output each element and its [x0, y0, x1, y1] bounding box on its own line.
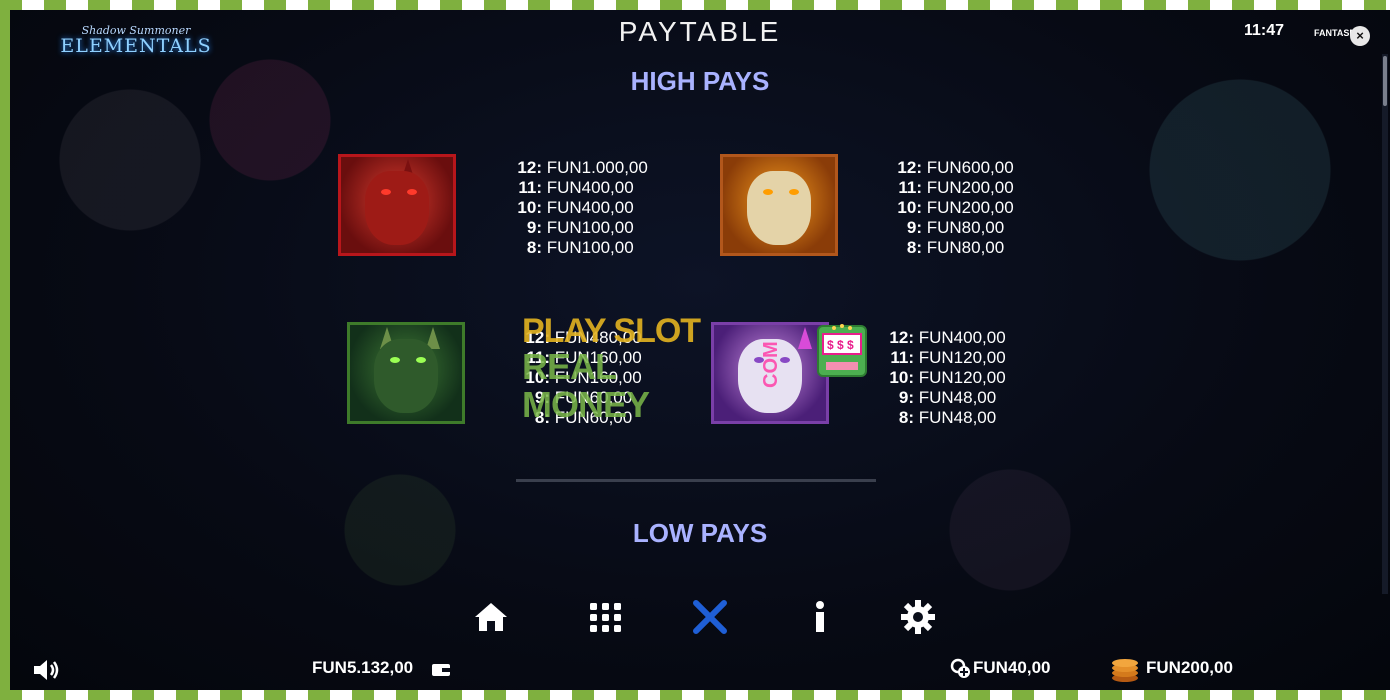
symbol-orange-skull — [720, 154, 838, 256]
pay-row: 11: FUN400,00 — [518, 178, 634, 197]
settings-button[interactable] — [895, 594, 941, 640]
svg-text:$ $ $: $ $ $ — [827, 338, 854, 352]
info-icon — [816, 601, 824, 632]
pay-row: 8: FUN48,00 — [898, 408, 997, 427]
pay-row: 9: FUN60,00 — [534, 388, 633, 407]
creature-face — [365, 171, 429, 245]
pay-row: 10: FUN400,00 — [517, 198, 634, 217]
wallet-icon — [432, 664, 450, 676]
eye — [390, 357, 400, 363]
balance-value: FUN5.132,00 — [312, 658, 414, 677]
page-title: PAYTABLE — [618, 16, 782, 47]
eye — [416, 357, 426, 363]
slot-machine-icon: $ $ $ — [817, 324, 867, 377]
pay-row: 12: FUN400,00 — [889, 328, 1006, 347]
horn-shape — [798, 327, 812, 349]
creature-face — [747, 171, 811, 245]
symbol-green-orc — [347, 322, 465, 424]
eye — [407, 189, 417, 195]
home-icon — [475, 603, 507, 631]
creature-face — [374, 339, 438, 413]
pay-row: 9: FUN100,00 — [526, 218, 634, 237]
speaker-icon[interactable] — [32, 658, 62, 682]
low-pays-heading: LOW PAYS — [632, 518, 768, 548]
grid-icon — [590, 603, 621, 632]
pay-row: 11: FUN120,00 — [890, 348, 1006, 367]
home-button[interactable] — [468, 594, 514, 640]
win-value: FUN200,00 — [1146, 658, 1233, 677]
bet-value: FUN40,00 — [973, 658, 1051, 677]
info-button[interactable] — [797, 594, 843, 640]
watermark-com: COM — [760, 341, 782, 388]
symbol-red-demon — [338, 154, 456, 256]
high-pays-heading: HIGH PAYS — [630, 66, 770, 96]
settings-icon — [901, 600, 935, 634]
paytable-red-demon: 12: FUN1.000,00 11: FUN400,00 10: FUN400… — [502, 158, 648, 258]
pay-row: 8: FUN60,00 — [534, 408, 633, 427]
exit-game-button[interactable]: × — [1350, 26, 1370, 46]
paytable-green-orc: 12: FUN480,00 11: FUN160,00 10: FUN160,0… — [510, 328, 642, 428]
bet-icon[interactable] — [950, 658, 972, 680]
paytable-purple-elf: 12: FUN400,00 11: FUN120,00 10: FUN120,0… — [874, 328, 1006, 428]
close-icon — [693, 600, 727, 634]
eye — [789, 189, 799, 195]
pay-row: 10: FUN200,00 — [897, 198, 1014, 217]
pay-row: 11: FUN160,00 — [526, 348, 642, 367]
pay-row: 12: FUN480,00 — [525, 328, 642, 347]
pay-row: 11: FUN200,00 — [898, 178, 1014, 197]
pay-row: 12: FUN1.000,00 — [517, 158, 648, 177]
scrollbar-track[interactable] — [1382, 54, 1388, 594]
close-paytable-button[interactable] — [687, 594, 733, 640]
pay-row: 10: FUN120,00 — [889, 368, 1006, 387]
pay-row: 9: FUN48,00 — [898, 388, 997, 407]
pay-row: 8: FUN80,00 — [906, 238, 1005, 257]
paytable-orange-skull: 12: FUN600,00 11: FUN200,00 10: FUN200,0… — [882, 158, 1014, 258]
pay-row: 12: FUN600,00 — [897, 158, 1014, 177]
section-divider — [516, 479, 876, 482]
clock: 11:47 — [1244, 22, 1285, 39]
coins-icon — [1112, 659, 1138, 682]
eye — [381, 189, 391, 195]
menu-nav-bar — [450, 594, 950, 640]
paytable-grid-button[interactable] — [583, 594, 629, 640]
pay-row: 10: FUN160,00 — [525, 368, 642, 387]
eye — [763, 189, 773, 195]
pay-row: 8: FUN100,00 — [526, 238, 634, 257]
pay-row: 9: FUN80,00 — [906, 218, 1005, 237]
game-frame: Shadow Summoner ELEMENTALS PAYTABLE 11:4… — [10, 10, 1390, 690]
